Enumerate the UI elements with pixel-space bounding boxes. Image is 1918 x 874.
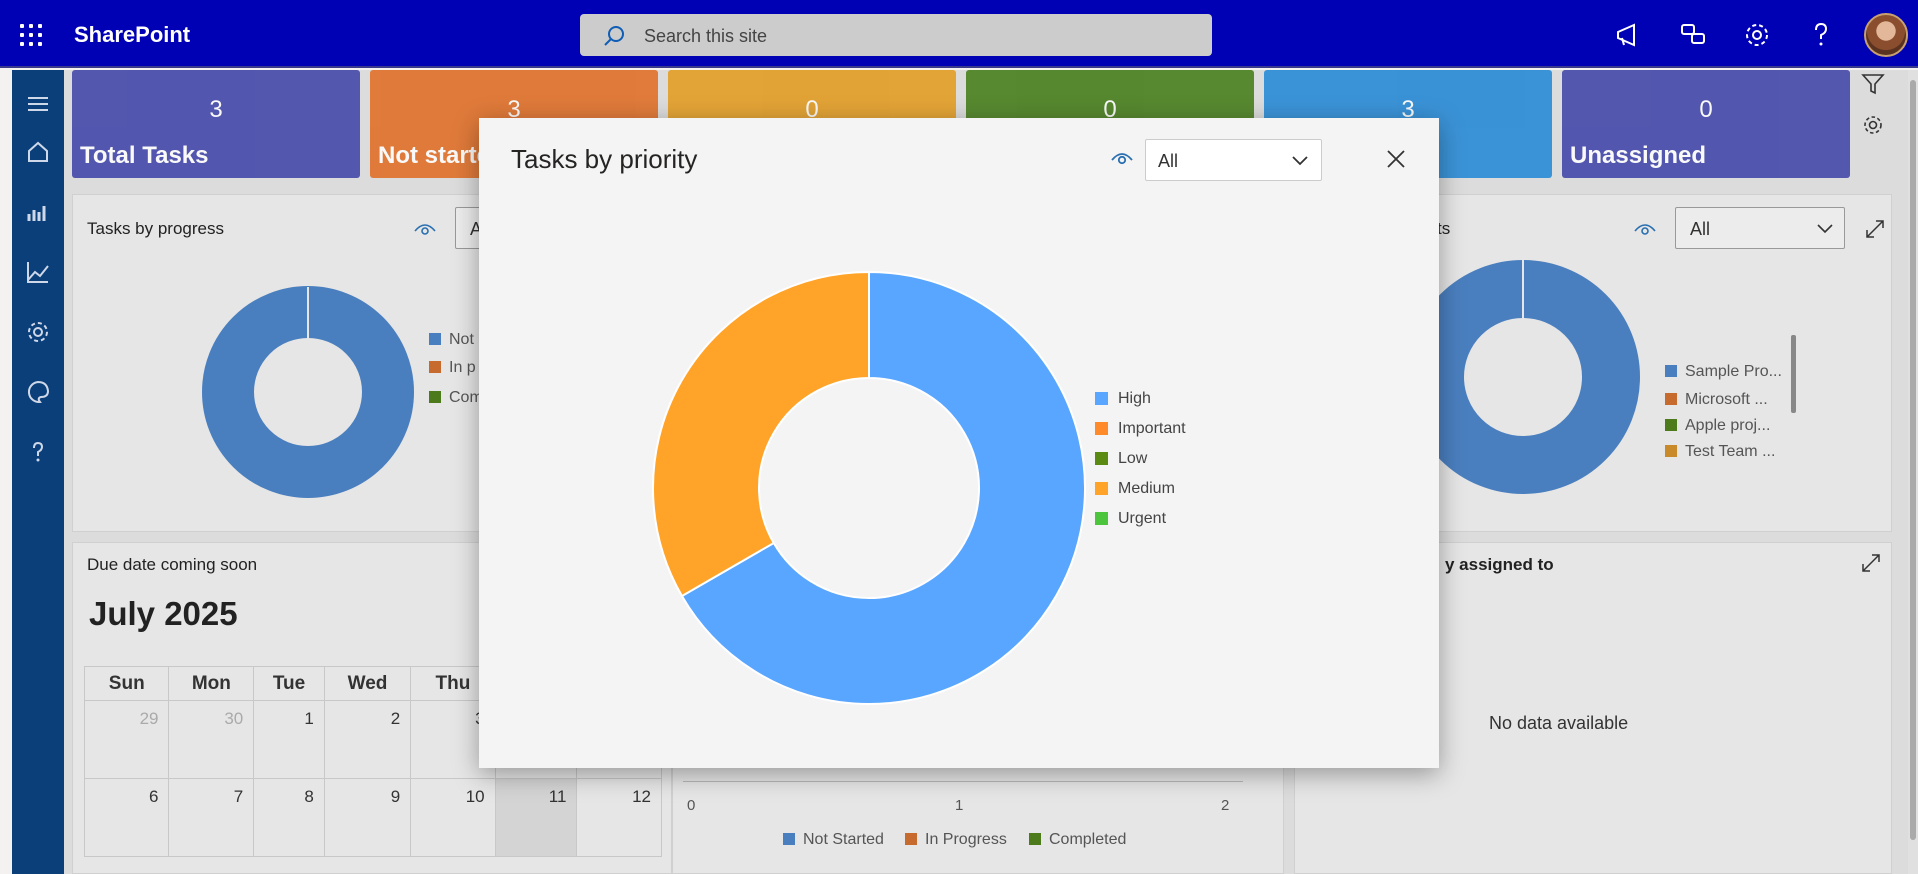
tile-value: 3 (209, 96, 223, 123)
page-scrollbar[interactable] (1908, 70, 1918, 874)
legend-item: Microsoft ... (1665, 391, 1768, 409)
palette-icon[interactable] (24, 378, 52, 406)
calendar-day-today[interactable]: 11 (494, 778, 578, 857)
card-title: Tasks by progress (87, 219, 224, 238)
legend-label: Urgent (1118, 510, 1167, 527)
calendar-day[interactable]: 8 (253, 778, 325, 857)
legend-swatch (1095, 452, 1108, 465)
home-icon[interactable] (24, 138, 52, 166)
settings-icon[interactable] (24, 318, 52, 346)
axis-tick: 2 (1221, 797, 1230, 814)
dropdown-value: All (1690, 219, 1711, 239)
legend-item-low[interactable]: Low (1095, 450, 1147, 468)
legend-item: Test Team ... (1665, 443, 1775, 461)
project-donut (1419, 259, 1640, 494)
chevron-down-icon (1292, 156, 1308, 166)
axis-tick: 0 (687, 797, 696, 814)
weekday-header: Wed (323, 666, 412, 701)
legend-item-urgent[interactable]: Urgent (1095, 510, 1166, 528)
search-input[interactable]: Search this site (644, 26, 767, 47)
eye-icon[interactable] (1633, 219, 1657, 237)
priority-donut-chart (652, 270, 1086, 705)
axis-tick: 1 (955, 797, 964, 814)
weekday-header: Tue (253, 666, 325, 701)
card-title: Due date coming soon (87, 555, 258, 574)
priority-dialog: Tasks by priority All High Important Low Me… (479, 118, 1439, 768)
calendar-day[interactable]: 7 (168, 778, 255, 857)
priority-filter-dropdown[interactable]: All (1145, 139, 1322, 181)
chat-icon[interactable] (1678, 20, 1708, 50)
dropdown-value: All (1158, 151, 1179, 171)
dialog-title: Tasks by priority (511, 144, 698, 174)
calendar-day[interactable]: 2 (323, 700, 412, 779)
search-icon (604, 26, 624, 46)
weekday-header: Mon (168, 666, 255, 701)
legend-item-important[interactable]: Important (1095, 420, 1186, 438)
calendar-day[interactable]: 9 (323, 778, 412, 857)
tile-value: 0 (1699, 96, 1713, 123)
megaphone-icon[interactable] (1614, 20, 1644, 50)
legend-label: Low (1118, 450, 1148, 467)
calendar-day[interactable]: 10 (410, 778, 496, 857)
donut-slice-medium[interactable] (652, 270, 870, 598)
tile-total-tasks[interactable]: 3 Total Tasks (72, 70, 360, 178)
legend-item: In p (429, 359, 476, 377)
expand-icon[interactable] (1865, 219, 1885, 239)
gear-icon[interactable] (1742, 20, 1772, 50)
help-icon[interactable] (1806, 20, 1836, 50)
calendar-day[interactable]: 1 (253, 700, 325, 779)
tile-label: Unassigned (1570, 142, 1707, 169)
legend-swatch (1095, 512, 1108, 525)
analytics-icon[interactable] (24, 258, 52, 286)
legend-item: Sample Pro... (1665, 363, 1782, 381)
card-title: y assigned to (1445, 555, 1554, 574)
calendar-month: July 2025 (89, 595, 238, 632)
legend-scrollbar[interactable] (1791, 335, 1796, 413)
menu-icon[interactable] (24, 90, 52, 118)
empty-state: No data available (1489, 713, 1629, 733)
legend-item: Not Started (783, 831, 884, 849)
eye-icon[interactable] (413, 219, 437, 237)
calendar-day[interactable]: 12 (576, 778, 662, 857)
axis-line (683, 781, 1243, 782)
calendar-day[interactable]: 29 (83, 700, 170, 779)
legend-item: Apple proj... (1665, 417, 1770, 435)
calendar-day[interactable]: 6 (83, 778, 170, 857)
project-filter-dropdown[interactable]: All (1675, 207, 1845, 249)
tile-label: Total Tasks (80, 142, 209, 169)
reports-icon[interactable] (24, 198, 52, 226)
settings-icon[interactable] (1860, 112, 1886, 138)
suite-bar: SharePoint Search this site (0, 0, 1918, 68)
legend-item: Not (429, 331, 474, 349)
weekday-header: Sun (83, 666, 170, 701)
legend-item: Com (429, 389, 483, 407)
chevron-down-icon (1817, 224, 1833, 234)
close-icon[interactable] (1383, 146, 1409, 172)
eye-icon[interactable] (1109, 146, 1135, 168)
legend-item-medium[interactable]: Medium (1095, 480, 1175, 498)
progress-donut (202, 286, 414, 498)
waffle-icon[interactable] (20, 24, 42, 46)
expand-icon[interactable] (1861, 553, 1881, 573)
legend-label: High (1118, 390, 1151, 407)
legend-item: Completed (1029, 831, 1126, 849)
left-rail (12, 70, 64, 874)
legend-item-high[interactable]: High (1095, 390, 1151, 408)
legend-swatch (1095, 422, 1108, 435)
avatar[interactable] (1864, 13, 1908, 57)
filter-icon[interactable] (1860, 72, 1886, 96)
search-box[interactable]: Search this site (580, 14, 1212, 56)
legend-label: Medium (1118, 480, 1175, 497)
app-title[interactable]: SharePoint (74, 22, 190, 48)
legend-swatch (1095, 392, 1108, 405)
legend-swatch (1095, 482, 1108, 495)
legend-item: In Progress (905, 831, 1007, 849)
legend-label: Important (1118, 420, 1186, 437)
calendar-day[interactable]: 30 (168, 700, 255, 779)
tile-unassigned[interactable]: 0 Unassigned (1562, 70, 1850, 178)
help-icon[interactable] (24, 438, 52, 466)
